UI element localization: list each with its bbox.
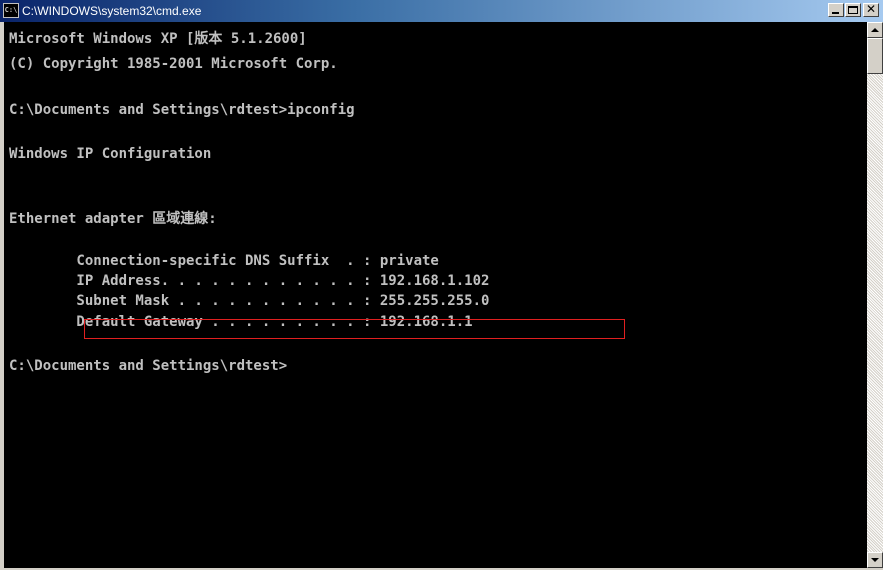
window-title: C:\WINDOWS\system32\cmd.exe bbox=[22, 4, 202, 18]
maximize-icon bbox=[848, 6, 858, 14]
ip-config-header: Windows IP Configuration bbox=[9, 146, 212, 162]
prompt-line[interactable]: C:\Documents and Settings\rdtest> bbox=[9, 358, 287, 374]
default-gateway-line: Default Gateway . . . . . . . . . : 192.… bbox=[9, 314, 473, 330]
console-icon[interactable]: C:\ bbox=[3, 3, 19, 18]
copyright-line: (C) Copyright 1985-2001 Microsoft Corp. bbox=[9, 56, 338, 72]
cmd-window: C:\ C:\WINDOWS\system32\cmd.exe ✕ Micros… bbox=[0, 0, 883, 570]
title-bar[interactable]: C:\ C:\WINDOWS\system32\cmd.exe ✕ bbox=[0, 0, 883, 22]
close-icon: ✕ bbox=[865, 2, 877, 16]
scroll-up-arrow-icon bbox=[871, 28, 879, 32]
minimize-icon bbox=[832, 12, 839, 14]
scroll-down-arrow-icon bbox=[871, 558, 879, 562]
ip-address-line: IP Address. . . . . . . . . . . . : 192.… bbox=[9, 273, 490, 289]
scroll-up-button[interactable] bbox=[867, 22, 883, 38]
subnet-mask-line: Subnet Mask . . . . . . . . . . . : 255.… bbox=[9, 293, 490, 309]
scroll-down-button[interactable] bbox=[867, 552, 883, 568]
minimize-button[interactable] bbox=[828, 3, 844, 17]
command-line: C:\Documents and Settings\rdtest>ipconfi… bbox=[9, 102, 355, 118]
maximize-button[interactable] bbox=[845, 3, 861, 17]
close-button[interactable]: ✕ bbox=[863, 2, 879, 17]
adapter-line: Ethernet adapter 區域連線: bbox=[9, 211, 217, 227]
dns-suffix-line: Connection-specific DNS Suffix . : priva… bbox=[9, 253, 439, 269]
banner-line: Microsoft Windows XP [版本 5.1.2600] bbox=[9, 31, 307, 47]
vertical-scrollbar[interactable] bbox=[867, 22, 883, 568]
scroll-thumb[interactable] bbox=[867, 38, 883, 74]
console-output[interactable]: Microsoft Windows XP [版本 5.1.2600] (C) C… bbox=[4, 22, 867, 568]
